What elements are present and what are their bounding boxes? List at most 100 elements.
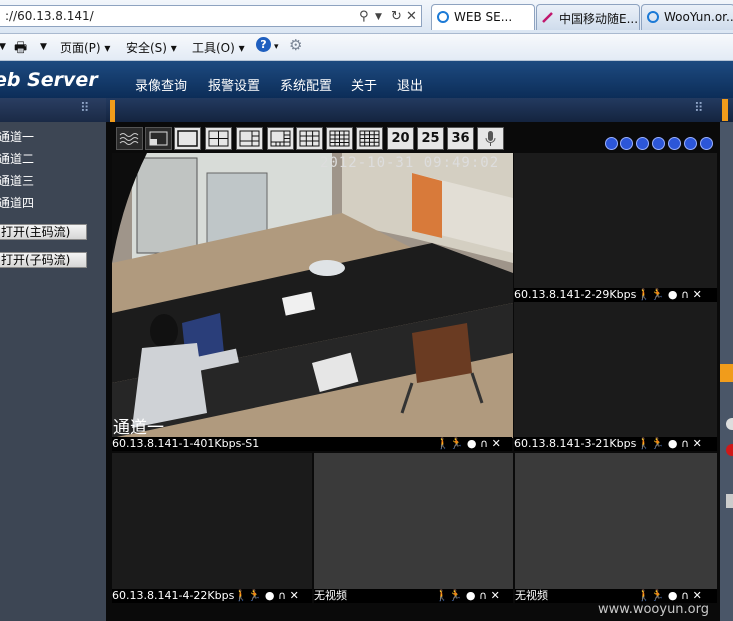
walk-icon[interactable]: 🏃 — [651, 589, 665, 602]
close-icon[interactable]: ✕ — [290, 589, 299, 602]
headphones-icon[interactable]: ∩ — [278, 589, 286, 602]
help-icon[interactable]: ? — [256, 37, 271, 52]
walk-icon[interactable]: 🏃 — [248, 589, 262, 602]
safety-menu[interactable]: 安全(S) ▾ — [126, 39, 177, 56]
layout-20-button[interactable]: 20 — [387, 127, 414, 150]
record-dot-icon[interactable]: ● — [668, 437, 678, 450]
sidebar-header: ⠿ — [0, 98, 106, 122]
camera-feed-image[interactable] — [112, 153, 513, 438]
record-dot-icon[interactable]: ● — [265, 589, 275, 602]
layout-8-button[interactable] — [267, 127, 294, 150]
headphones-icon[interactable]: ∩ — [681, 437, 689, 450]
tab-title: WEB SE... — [454, 10, 513, 24]
video-cell-3[interactable] — [514, 302, 717, 437]
layout-4-button[interactable] — [205, 127, 232, 150]
ptz-right-button[interactable] — [636, 137, 649, 150]
person-icon[interactable]: 🚶 — [637, 288, 651, 301]
person-icon[interactable]: 🚶 — [637, 589, 651, 602]
person-icon[interactable]: 🚶 — [234, 589, 248, 602]
sidebar-item-channel-1[interactable]: 通道一 — [0, 128, 34, 145]
chevron-down-icon[interactable]: ▼ — [0, 42, 6, 52]
nav-logout[interactable]: 退出 — [397, 75, 423, 94]
record-dot-icon[interactable]: ● — [668, 589, 678, 602]
headphones-icon[interactable]: ∩ — [681, 589, 689, 602]
tab-web-server[interactable]: WEB SE... — [431, 4, 535, 30]
video-cell-4[interactable] — [112, 453, 312, 589]
headphones-icon[interactable]: ∩ — [479, 589, 487, 602]
layout-13-button[interactable] — [326, 127, 353, 150]
quad-view-icon — [208, 130, 229, 147]
headphones-icon[interactable]: ∩ — [681, 288, 689, 301]
layout-16-button[interactable] — [356, 127, 383, 150]
stop-icon[interactable]: ✕ — [406, 9, 417, 24]
open-main-stream-button[interactable]: 打开(主码流) — [0, 224, 87, 240]
pip-icon — [149, 131, 168, 146]
layout-single-button[interactable] — [174, 127, 201, 150]
chevron-down-icon[interactable]: ▾ — [274, 42, 279, 52]
layout-6-button[interactable] — [236, 127, 263, 150]
microphone-icon — [485, 131, 496, 146]
right-panel-knob[interactable] — [726, 418, 733, 430]
nav-record-query[interactable]: 录像查询 — [135, 75, 187, 94]
walk-icon[interactable]: 🏃 — [651, 437, 665, 450]
video-cell-2[interactable] — [514, 153, 717, 288]
gear-icon[interactable]: ⚙ — [289, 36, 302, 54]
layout-36-button[interactable]: 36 — [447, 127, 474, 150]
person-icon[interactable]: 🚶 — [637, 437, 651, 450]
close-icon[interactable]: ✕ — [693, 288, 702, 301]
chevron-down-icon[interactable]: ▼ — [40, 42, 47, 52]
grip-icon[interactable]: ⠿ — [694, 101, 704, 116]
ptz-zoom-out-button[interactable] — [684, 137, 697, 150]
print-icon[interactable]: 🖶 — [14, 37, 27, 61]
record-dot-icon[interactable]: ● — [467, 437, 477, 450]
ptz-stop-button[interactable] — [700, 137, 713, 150]
close-icon[interactable]: ✕ — [491, 589, 500, 602]
page-menu[interactable]: 页面(P) ▾ — [60, 39, 110, 56]
search-icon[interactable]: ⚲ — [359, 9, 369, 24]
layout-9-button[interactable] — [296, 127, 323, 150]
tools-menu-label: 工具(O) — [192, 41, 235, 55]
sidebar-item-channel-2[interactable]: 通道二 — [0, 150, 34, 167]
grip-icon[interactable]: ⠿ — [80, 101, 89, 116]
layout-25-button[interactable]: 25 — [417, 127, 444, 150]
cell-5-controls: 🚶🏃 ● ∩ ✕ — [435, 589, 500, 603]
ptz-down-button[interactable] — [652, 137, 665, 150]
right-panel-box[interactable] — [726, 494, 733, 508]
wave-icon — [119, 133, 139, 145]
layout-pip-button[interactable] — [145, 127, 172, 150]
nav-system-config[interactable]: 系统配置 — [280, 75, 332, 94]
layout-1-button[interactable] — [116, 127, 143, 150]
person-icon[interactable]: 🚶 — [435, 589, 449, 602]
ptz-up-button[interactable] — [620, 137, 633, 150]
video-cell-5[interactable] — [314, 453, 513, 589]
timestamp-overlay: 2012-10-31 09:49:02 — [320, 155, 500, 171]
walk-icon[interactable]: 🏃 — [450, 437, 464, 450]
sidebar-item-channel-4[interactable]: 通道四 — [0, 194, 34, 211]
person-icon[interactable]: 🚶 — [436, 437, 450, 450]
tools-menu[interactable]: 工具(O) ▾ — [192, 39, 245, 56]
ptz-left-button[interactable] — [605, 137, 618, 150]
tab-wooyun[interactable]: WooYun.or... — [641, 4, 733, 30]
ptz-zoom-in-button[interactable] — [668, 137, 681, 150]
close-icon[interactable]: ✕ — [693, 589, 702, 602]
refresh-icon[interactable]: ↻ — [391, 9, 402, 24]
video-cell-6[interactable] — [515, 453, 717, 589]
dropdown-icon[interactable]: ▼ — [375, 12, 382, 22]
nav-about[interactable]: 关于 — [351, 75, 377, 94]
close-icon[interactable]: ✕ — [693, 437, 702, 450]
microphone-button[interactable] — [477, 127, 504, 150]
sidebar-item-channel-3[interactable]: 通道三 — [0, 172, 34, 189]
right-panel-tab[interactable] — [720, 364, 733, 382]
nav-alarm-settings[interactable]: 报警设置 — [208, 75, 260, 94]
open-sub-stream-button[interactable]: 打开(子码流) — [0, 252, 87, 268]
walk-icon[interactable]: 🏃 — [651, 288, 665, 301]
url-text: ://60.13.8.141/ — [5, 9, 94, 23]
headphones-icon[interactable]: ∩ — [480, 437, 488, 450]
tab-china-mobile[interactable]: 中国移动随E... — [536, 4, 640, 30]
url-field[interactable]: ://60.13.8.141/ ⚲ ▼ ↻ ✕ — [0, 5, 422, 27]
stream-status: 60.13.8.141-1-401Kbps-S1 — [112, 437, 260, 450]
record-dot-icon[interactable]: ● — [668, 288, 678, 301]
record-dot-icon[interactable]: ● — [466, 589, 476, 602]
close-icon[interactable]: ✕ — [492, 437, 501, 450]
walk-icon[interactable]: 🏃 — [449, 589, 463, 602]
